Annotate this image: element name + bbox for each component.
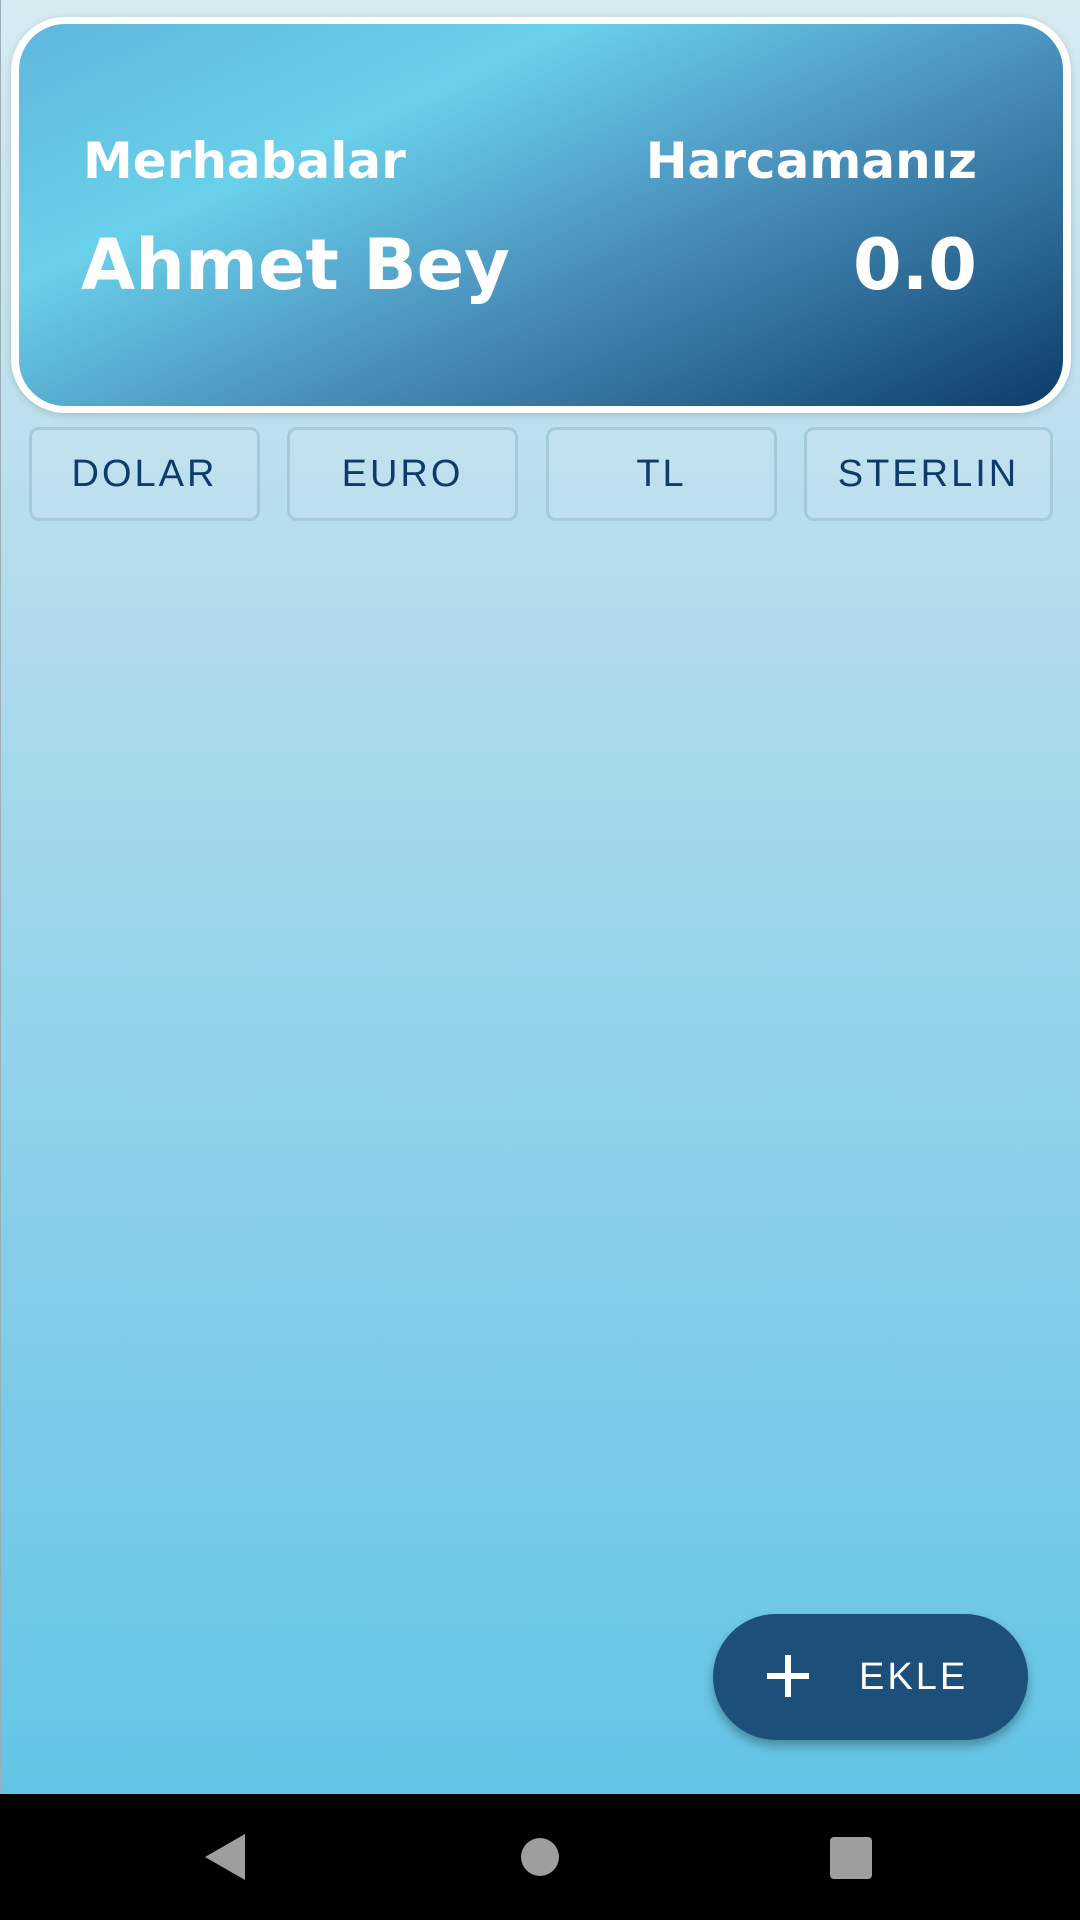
currency-button-tl[interactable]: TL [546, 427, 777, 521]
user-name: Ahmet Bey [81, 224, 510, 306]
currency-button-dolar[interactable]: DOLAR [29, 427, 260, 521]
currency-button-euro[interactable]: EURO [287, 427, 518, 521]
add-button-label: EKLE [859, 1656, 969, 1698]
home-circle-icon[interactable] [520, 1837, 560, 1877]
spending-value: 0.0 [852, 224, 977, 306]
currency-button-sterlin[interactable]: STERLIN [804, 427, 1053, 521]
app-screen: Merhabalar Ahmet Bey Harcamanız 0.0 DOLA… [0, 0, 1080, 1794]
greeting-label: Merhabalar [83, 132, 406, 190]
plus-icon [767, 1655, 809, 1697]
add-button[interactable]: EKLE [713, 1614, 1028, 1740]
recents-square-icon[interactable] [830, 1837, 872, 1879]
spending-label: Harcamanız [645, 132, 977, 190]
back-triangle-icon[interactable] [205, 1834, 245, 1880]
header-card: Merhabalar Ahmet Bey Harcamanız 0.0 [19, 24, 1063, 406]
